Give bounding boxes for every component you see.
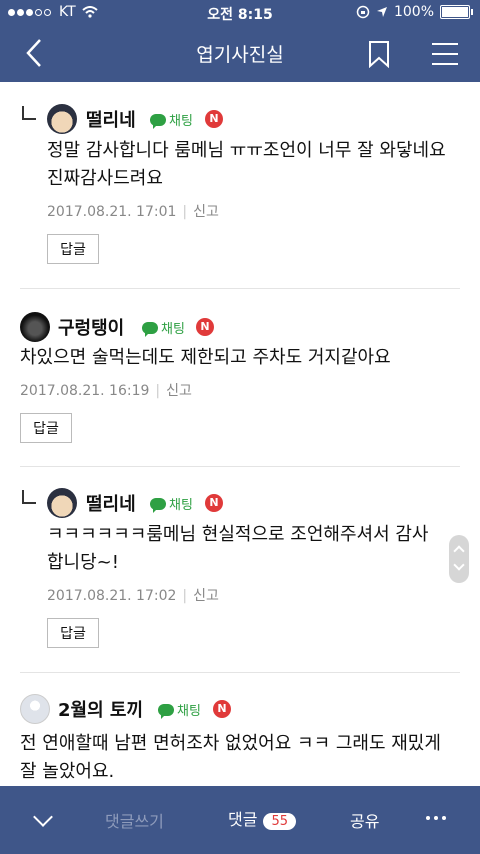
scroll-handle[interactable] bbox=[449, 535, 469, 583]
rotation-lock-icon bbox=[356, 5, 370, 19]
chevron-down-icon[interactable] bbox=[33, 807, 53, 827]
more-icon[interactable] bbox=[426, 816, 446, 820]
status-right: 100% bbox=[356, 4, 473, 20]
new-badge: N bbox=[196, 318, 214, 336]
comment-meta: 2017.08.21. 16:19 | 신고 bbox=[20, 383, 192, 399]
comment-text: 전 연애할때 남편 면허조차 없었어요 ㅋㅋ 그래도 재밌게 잘 놀았어요. bbox=[20, 733, 441, 782]
new-badge: N bbox=[213, 700, 231, 718]
page-title: 엽기사진실 bbox=[196, 44, 284, 66]
share-button[interactable]: 공유 bbox=[350, 808, 379, 832]
report-link[interactable]: 신고 bbox=[193, 204, 219, 220]
comments-button[interactable]: 댓글 55 bbox=[228, 806, 296, 830]
comment-author[interactable]: 2월의 토끼 bbox=[58, 696, 143, 722]
comment-count-badge: 55 bbox=[263, 813, 296, 830]
comment-date: 2017.08.21. 16:19 bbox=[20, 383, 150, 399]
comment-meta: 2017.08.21. 17:01 | 신고 bbox=[47, 204, 219, 220]
comment-text: 정말 감사합니다 룸메님 ㅠㅠ조언이 너무 잘 와닿네요 진짜감사드려요 bbox=[47, 140, 446, 189]
report-link[interactable]: 신고 bbox=[193, 588, 219, 604]
reply-indicator-icon bbox=[22, 490, 36, 504]
divider bbox=[20, 672, 460, 673]
status-bar: KT 오전 8:15 100% bbox=[0, 0, 480, 26]
chat-icon bbox=[158, 703, 174, 719]
comment-author[interactable]: 구렁탱이 bbox=[58, 314, 124, 340]
chat-button[interactable]: 채팅 bbox=[158, 700, 201, 719]
chat-icon bbox=[150, 497, 166, 513]
chat-icon bbox=[142, 321, 158, 337]
bookmark-icon[interactable] bbox=[368, 40, 390, 68]
comment-list: 떨리네 채팅 N 정말 감사합니다 룸메님 ㅠㅠ조언이 너무 잘 와닿네요 진짜… bbox=[0, 82, 480, 786]
avatar[interactable] bbox=[47, 104, 77, 134]
comment-author[interactable]: 떨리네 bbox=[86, 106, 136, 132]
menu-icon[interactable] bbox=[432, 43, 458, 65]
comment-date: 2017.08.21. 17:02 bbox=[47, 588, 177, 604]
write-comment-button[interactable]: 댓글쓰기 bbox=[105, 808, 164, 832]
bottom-bar: 댓글쓰기 댓글 55 공유 bbox=[0, 786, 480, 854]
avatar[interactable] bbox=[47, 488, 77, 518]
reply-button[interactable]: 답글 bbox=[20, 413, 72, 443]
comment-text: 차있으면 술먹는데도 제한되고 주차도 거지같아요 bbox=[20, 347, 391, 368]
chat-icon bbox=[150, 113, 166, 129]
comments-label: 댓글 bbox=[228, 810, 258, 829]
chat-button[interactable]: 채팅 bbox=[150, 110, 193, 129]
reply-indicator-icon bbox=[22, 106, 36, 120]
location-icon bbox=[376, 7, 387, 17]
chat-button[interactable]: 채팅 bbox=[150, 494, 193, 513]
avatar[interactable] bbox=[20, 312, 50, 342]
comment-meta: 2017.08.21. 17:02 | 신고 bbox=[47, 588, 219, 604]
divider bbox=[20, 466, 460, 467]
comment-author[interactable]: 떨리네 bbox=[86, 490, 136, 516]
comment-text: ㅋㅋㅋㅋㅋㅋ룸메님 현실적으로 조언해주셔서 감사합니당~! bbox=[47, 524, 429, 573]
new-badge: N bbox=[205, 494, 223, 512]
battery-icon bbox=[440, 5, 473, 19]
report-link[interactable]: 신고 bbox=[166, 383, 192, 399]
avatar[interactable] bbox=[20, 694, 50, 724]
battery-percent: 100% bbox=[393, 4, 434, 20]
new-badge: N bbox=[205, 110, 223, 128]
reply-button[interactable]: 답글 bbox=[47, 234, 99, 264]
chat-button[interactable]: 채팅 bbox=[142, 318, 185, 337]
comment-date: 2017.08.21. 17:01 bbox=[47, 204, 177, 220]
reply-button[interactable]: 답글 bbox=[47, 618, 99, 648]
divider bbox=[20, 288, 460, 289]
nav-bar: 엽기사진실 bbox=[0, 26, 480, 82]
